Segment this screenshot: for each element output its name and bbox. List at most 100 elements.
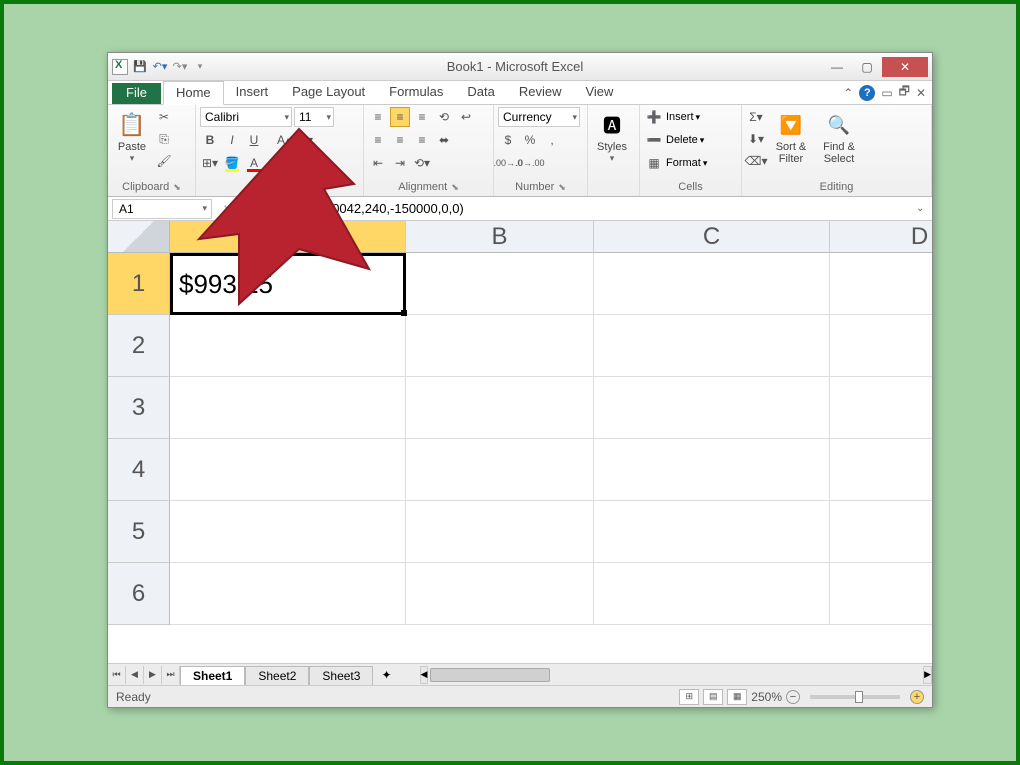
row-header-5[interactable]: 5 xyxy=(108,501,170,563)
tab-home[interactable]: Home xyxy=(163,81,224,105)
cell-D5[interactable] xyxy=(830,501,932,563)
last-sheet-icon[interactable]: ⏭ xyxy=(162,666,180,684)
row-header-2[interactable]: 2 xyxy=(108,315,170,377)
cell-C6[interactable] xyxy=(594,563,830,625)
tab-review[interactable]: Review xyxy=(507,81,574,104)
col-header-A[interactable]: A xyxy=(170,221,406,253)
row-header-3[interactable]: 3 xyxy=(108,377,170,439)
col-header-B[interactable]: B xyxy=(406,221,594,253)
fill-icon[interactable]: ⬇▾ xyxy=(746,129,766,149)
cell-D2[interactable] xyxy=(830,315,932,377)
decrease-indent-icon[interactable]: ⇤ xyxy=(368,153,388,173)
minimize-ribbon-icon[interactable]: ⌃ xyxy=(843,86,853,100)
cut-icon[interactable]: ✂ xyxy=(154,107,174,127)
zoom-slider[interactable] xyxy=(810,695,900,699)
align-left-icon[interactable]: ≡ xyxy=(368,130,388,150)
format-painter-icon[interactable]: 🖌 xyxy=(154,151,174,171)
cell-B6[interactable] xyxy=(406,563,594,625)
page-layout-view-icon[interactable]: ▤ xyxy=(703,689,723,705)
select-all-corner[interactable] xyxy=(108,221,170,253)
alignment-launcher-icon[interactable]: ⬊ xyxy=(451,182,459,193)
cell-A3[interactable] xyxy=(170,377,406,439)
cell-A4[interactable] xyxy=(170,439,406,501)
bold-button[interactable]: B xyxy=(200,130,220,150)
cell-C1[interactable] xyxy=(594,253,830,315)
horizontal-scrollbar[interactable]: ◀ ▶ xyxy=(420,666,932,684)
row-header-4[interactable]: 4 xyxy=(108,439,170,501)
zoom-thumb[interactable] xyxy=(855,691,863,703)
orientation-icon[interactable]: ⟲ xyxy=(434,107,454,127)
formula-input[interactable]: =PMT(0.0042,240,-150000,0,0) xyxy=(276,199,916,219)
autosum-icon[interactable]: Σ▾ xyxy=(746,107,766,127)
name-box[interactable]: A1 xyxy=(112,199,212,219)
cell-D1[interactable] xyxy=(830,253,932,315)
font-name-combo[interactable]: Calibri xyxy=(200,107,292,127)
first-sheet-icon[interactable]: ⏮ xyxy=(108,666,126,684)
copy-icon[interactable]: ⎘ xyxy=(154,129,174,149)
cell-D3[interactable] xyxy=(830,377,932,439)
cell-D6[interactable] xyxy=(830,563,932,625)
paste-button[interactable]: 📋 Paste ▾ xyxy=(112,107,152,166)
insert-cells-button[interactable]: ➕Insert▾ xyxy=(644,107,700,127)
excel-logo-icon[interactable] xyxy=(112,59,128,75)
increase-font-icon[interactable]: A▴ xyxy=(274,130,294,150)
scroll-right-icon[interactable]: ▶ xyxy=(923,666,932,684)
tab-insert[interactable]: Insert xyxy=(224,81,281,104)
redo-icon[interactable]: ↷▾ xyxy=(172,59,188,75)
save-icon[interactable]: 💾 xyxy=(132,59,148,75)
zoom-level[interactable]: 250% xyxy=(751,690,782,704)
expand-formula-bar-icon[interactable]: ⌄ xyxy=(916,203,932,214)
cell-B2[interactable] xyxy=(406,315,594,377)
format-cells-button[interactable]: ▦Format▾ xyxy=(644,153,707,173)
find-select-button[interactable]: 🔍 Find & Select xyxy=(816,107,862,167)
comma-icon[interactable]: , xyxy=(542,130,562,150)
scroll-left-icon[interactable]: ◀ xyxy=(420,666,429,684)
sheet-tab-2[interactable]: Sheet2 xyxy=(245,666,309,685)
row-header-6[interactable]: 6 xyxy=(108,563,170,625)
new-sheet-icon[interactable]: ✦ xyxy=(373,666,399,684)
zoom-out-icon[interactable]: − xyxy=(786,690,800,704)
wrap-text-icon[interactable]: ↩ xyxy=(456,107,476,127)
align-right-icon[interactable]: ≡ xyxy=(412,130,432,150)
tab-view[interactable]: View xyxy=(573,81,625,104)
borders-icon[interactable]: ⊞▾ xyxy=(200,153,220,173)
close-button[interactable]: ✕ xyxy=(882,57,928,77)
qat-customize-icon[interactable]: ▾ xyxy=(192,59,208,75)
col-header-C[interactable]: C xyxy=(594,221,830,253)
delete-cells-button[interactable]: ➖Delete▾ xyxy=(644,130,704,150)
percent-icon[interactable]: % xyxy=(520,130,540,150)
tab-formulas[interactable]: Formulas xyxy=(377,81,455,104)
tab-file[interactable]: File xyxy=(112,83,161,104)
cell-A1[interactable]: $993.25 xyxy=(170,253,406,315)
mdi-minimize-icon[interactable]: ▭ xyxy=(881,86,892,100)
row-header-1[interactable]: 1 xyxy=(108,253,170,315)
increase-indent-icon[interactable]: ⇥ xyxy=(390,153,410,173)
cell-C2[interactable] xyxy=(594,315,830,377)
number-format-combo[interactable]: Currency xyxy=(498,107,580,127)
clipboard-launcher-icon[interactable]: ⬊ xyxy=(173,182,181,193)
decrease-decimal-icon[interactable]: .0→.00 xyxy=(520,153,540,173)
enter-formula-icon[interactable]: ✓ xyxy=(236,202,256,216)
align-bottom-icon[interactable]: ≡ xyxy=(412,107,432,127)
tab-data[interactable]: Data xyxy=(455,81,506,104)
cell-A2[interactable] xyxy=(170,315,406,377)
normal-view-icon[interactable]: ⊞ xyxy=(679,689,699,705)
undo-icon[interactable]: ↶▾ xyxy=(152,59,168,75)
styles-button[interactable]: 🅰 Styles ▾ xyxy=(592,107,632,166)
merge-icon[interactable]: ⬌ xyxy=(434,130,454,150)
cancel-formula-icon[interactable]: ✕ xyxy=(216,202,236,216)
align-top-icon[interactable]: ≡ xyxy=(368,107,388,127)
currency-icon[interactable]: $ xyxy=(498,130,518,150)
fx-icon[interactable]: fx xyxy=(256,202,276,216)
prev-sheet-icon[interactable]: ◀ xyxy=(126,666,144,684)
cell-A5[interactable] xyxy=(170,501,406,563)
cell-B3[interactable] xyxy=(406,377,594,439)
cell-C5[interactable] xyxy=(594,501,830,563)
minimize-button[interactable]: — xyxy=(822,57,852,77)
mdi-close-icon[interactable]: ✕ xyxy=(916,86,926,100)
font-color-icon[interactable]: A xyxy=(244,153,264,173)
fill-color-icon[interactable]: 🪣 xyxy=(222,153,242,173)
page-break-view-icon[interactable]: ▦ xyxy=(727,689,747,705)
sort-filter-button[interactable]: 🔽 Sort & Filter xyxy=(768,107,814,167)
sheet-tab-1[interactable]: Sheet1 xyxy=(180,666,245,685)
